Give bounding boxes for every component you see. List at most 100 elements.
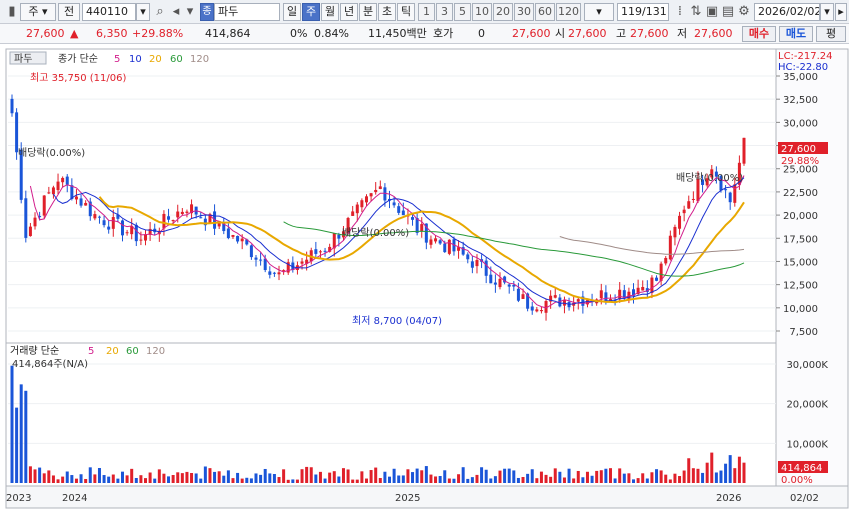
volume-bar <box>199 478 203 483</box>
volume-bar <box>466 478 470 483</box>
candle-body <box>332 233 336 249</box>
calendar-icon[interactable]: ▾ <box>820 3 834 21</box>
candle-body <box>360 200 364 208</box>
candle-body <box>420 224 424 232</box>
volume-bar <box>70 475 74 483</box>
tab-minute[interactable]: 분 <box>359 3 377 21</box>
interval-5[interactable]: 5 <box>454 3 471 21</box>
volume-bar <box>364 478 368 483</box>
current-volume-tag: 414,864 <box>781 463 822 474</box>
candle-body <box>691 198 695 200</box>
market-select[interactable]: 주 ▾ <box>20 3 56 21</box>
stock-code-input[interactable]: 440110 <box>82 3 136 21</box>
tab-tick[interactable]: 틱 <box>397 3 415 21</box>
max-price-note: 최고 35,750 (11/06) <box>30 72 126 84</box>
volume-bar <box>691 468 695 483</box>
candle-body <box>374 189 378 193</box>
volume-bar <box>668 479 672 483</box>
volume-bar <box>254 473 258 483</box>
volume-bar <box>420 470 424 483</box>
print-icon[interactable]: ▤ <box>720 3 736 21</box>
volume-bar <box>618 468 622 483</box>
volume-bar <box>185 471 189 483</box>
volume-bar <box>125 475 129 483</box>
tab-second[interactable]: 초 <box>378 3 396 21</box>
volume-bar <box>742 462 746 483</box>
candle-body <box>498 278 502 288</box>
buy-button[interactable]: 매수 <box>742 26 776 42</box>
name-badge: 종 <box>200 3 214 21</box>
volume-bar <box>130 468 134 483</box>
interval-dropdown[interactable]: ▾ <box>584 3 614 21</box>
volume-legend-title: 거래량 단순 <box>10 345 59 357</box>
search-icon[interactable]: ⌕ <box>152 3 168 21</box>
volume-bar <box>567 468 571 483</box>
more-icon[interactable]: ▸ <box>835 3 847 21</box>
volume-bar <box>585 471 589 483</box>
volume-bar <box>535 478 539 483</box>
volume-bar <box>678 476 682 483</box>
ma20-legend: 20 <box>149 54 162 65</box>
candle-body <box>139 239 143 241</box>
candle-body <box>61 177 65 183</box>
candle-body <box>489 274 493 284</box>
candle-body <box>682 209 686 214</box>
tab-week[interactable]: 주 <box>302 3 320 21</box>
volume-bar <box>406 469 410 483</box>
volume-bar <box>116 478 120 483</box>
tab-day[interactable]: 일 <box>283 3 301 21</box>
volume-bar <box>355 479 359 483</box>
volume-bar <box>411 472 415 483</box>
candle-body <box>397 206 401 213</box>
candle-body <box>516 288 520 301</box>
candle-body <box>51 187 55 195</box>
volume-bar <box>388 476 392 483</box>
sell-button[interactable]: 매도 <box>779 26 813 42</box>
tab-year[interactable]: 년 <box>340 3 358 21</box>
code-dropdown-button[interactable]: ▾ <box>136 3 150 21</box>
hoga-label: 호가 <box>433 27 454 40</box>
period-mode-select[interactable]: 전 <box>58 3 80 21</box>
interval-10[interactable]: 10 <box>472 3 492 21</box>
chart-icon[interactable]: ▮ <box>4 3 20 21</box>
volume-bar <box>190 473 194 483</box>
interval-20[interactable]: 20 <box>493 3 513 21</box>
chevron-down-icon[interactable]: ▾ <box>182 3 198 21</box>
grid-icon[interactable]: ⁞ <box>672 3 688 21</box>
date-field[interactable]: 2026/02/02 <box>754 3 820 21</box>
volume-bar <box>489 478 493 483</box>
volume-bar <box>673 473 677 483</box>
volume-bar <box>360 471 364 483</box>
candle-body <box>56 181 60 191</box>
interval-3[interactable]: 3 <box>436 3 453 21</box>
candle-body <box>33 217 37 227</box>
arrows-icon[interactable]: ⇅ <box>688 3 704 21</box>
stock-name-field[interactable]: 파두 <box>214 3 280 21</box>
gear-icon[interactable]: ⚙ <box>736 3 752 21</box>
tab-month[interactable]: 월 <box>321 3 339 21</box>
volume-bar <box>208 468 212 483</box>
volume-bar <box>180 473 184 483</box>
volume-bar <box>401 475 405 483</box>
eval-button[interactable]: 평 <box>816 26 846 42</box>
candle-body <box>576 299 580 302</box>
stock-name-tag-text: 파두 <box>14 53 32 65</box>
volume-bar <box>701 472 705 483</box>
candle-body <box>240 238 244 242</box>
candle-body <box>107 226 111 230</box>
volume-bar <box>576 470 580 483</box>
interval-30[interactable]: 30 <box>514 3 534 21</box>
candle-body <box>650 277 654 293</box>
interval-60[interactable]: 60 <box>535 3 555 21</box>
volume-bar <box>719 470 723 483</box>
vol-ma5-legend: 5 <box>88 346 94 357</box>
save-icon[interactable]: ▣ <box>704 3 720 21</box>
candle-body <box>470 261 474 268</box>
volume-bar <box>655 469 659 483</box>
stock-chart[interactable]: 35,00032,50030,00027,50025,00022,50020,0… <box>0 46 849 511</box>
volume-bar <box>38 467 42 483</box>
interval-120[interactable]: 120 <box>556 3 581 21</box>
interval-1[interactable]: 1 <box>418 3 435 21</box>
current-price-tag: 27,600 <box>781 144 816 155</box>
candle-body <box>167 216 171 220</box>
